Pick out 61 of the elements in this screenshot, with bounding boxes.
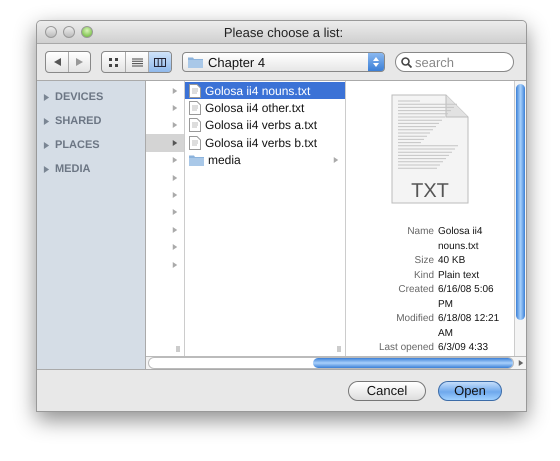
file-row[interactable]: Golosa ii4 verbs b.txt [185,134,345,152]
icon-view-icon [109,58,118,66]
info-value: 6/16/08 5:06 PM [438,283,495,312]
disclosure-triangle-icon[interactable] [172,157,178,164]
disclosure-triangle-icon[interactable] [43,118,50,124]
info-label: Last opened [378,341,434,355]
text-file-icon [189,84,201,98]
disclosure-triangle-icon[interactable] [172,174,178,181]
folder-icon [189,154,204,166]
horizontal-scrollbar[interactable] [146,356,526,369]
disclosure-triangle-icon[interactable] [172,262,178,268]
close-button[interactable] [45,26,57,38]
view-button[interactable] [148,52,171,72]
text-file-icon [189,101,201,116]
search-icon [401,56,412,68]
disclosure-triangle-icon[interactable] [518,360,524,366]
text-file-icon [189,136,201,150]
folder-icon [188,56,203,68]
disclosure-triangle-icon[interactable] [333,157,339,164]
disclosure-triangle-icon[interactable] [172,105,178,112]
disclosure-triangle-icon[interactable] [172,226,178,233]
location-popup[interactable]: Chapter 4 [182,52,385,72]
minimize-button[interactable] [63,26,75,38]
info-value: Plain text [438,268,480,282]
info-value: Golosa ii4 nouns.txt [438,225,484,254]
disclosure-triangle-icon[interactable] [43,166,50,172]
vertical-scrollbar[interactable] [514,81,526,356]
disclosure-triangle-icon[interactable] [172,244,178,250]
disclosure-triangle-icon[interactable] [172,122,178,128]
open-button[interactable]: Open [438,380,502,400]
disclosure-triangle-icon[interactable] [172,88,178,94]
info-value: 40 KB [438,254,466,268]
info-label: Kind [412,268,434,282]
list-view-icon [132,58,142,66]
column-resize-handle[interactable] [176,346,180,352]
right-arrow-icon [76,58,83,66]
column-view-icon [154,58,166,66]
text-file-icon [189,118,201,132]
disclosure-triangle-icon[interactable] [172,209,178,216]
file-row[interactable]: Golosa ii4 other.txt [185,99,345,117]
disclosure-triangle-icon[interactable] [172,192,178,198]
window-title: Please choose a list: [222,24,344,40]
info-label: Created [397,283,434,297]
file-row[interactable]: media [185,152,345,169]
info-value: 6/3/09 4:33 [438,341,490,355]
zoom-button[interactable] [81,26,93,38]
info-label: Modified [395,312,434,326]
file-row[interactable]: Golosa ii4 verbs a.txt [185,116,345,134]
stepper-icon [368,53,384,71]
disclosure-triangle-icon[interactable] [172,140,178,146]
disclosure-triangle-icon[interactable] [43,142,50,148]
search-field[interactable]: search [395,52,514,72]
cancel-button[interactable]: Cancel [348,380,426,400]
text-document-icon: TXT [390,93,470,205]
column-resize-handle[interactable] [337,346,341,352]
info-label: Size [414,254,434,268]
left-arrow-icon [54,58,60,66]
file-row[interactable]: Golosa ii4 nouns.txt [185,82,345,100]
info-value: 6/18/08 12:21 AM [438,312,500,340]
disclosure-triangle-icon[interactable] [43,94,50,100]
info-label: Name [406,225,434,239]
